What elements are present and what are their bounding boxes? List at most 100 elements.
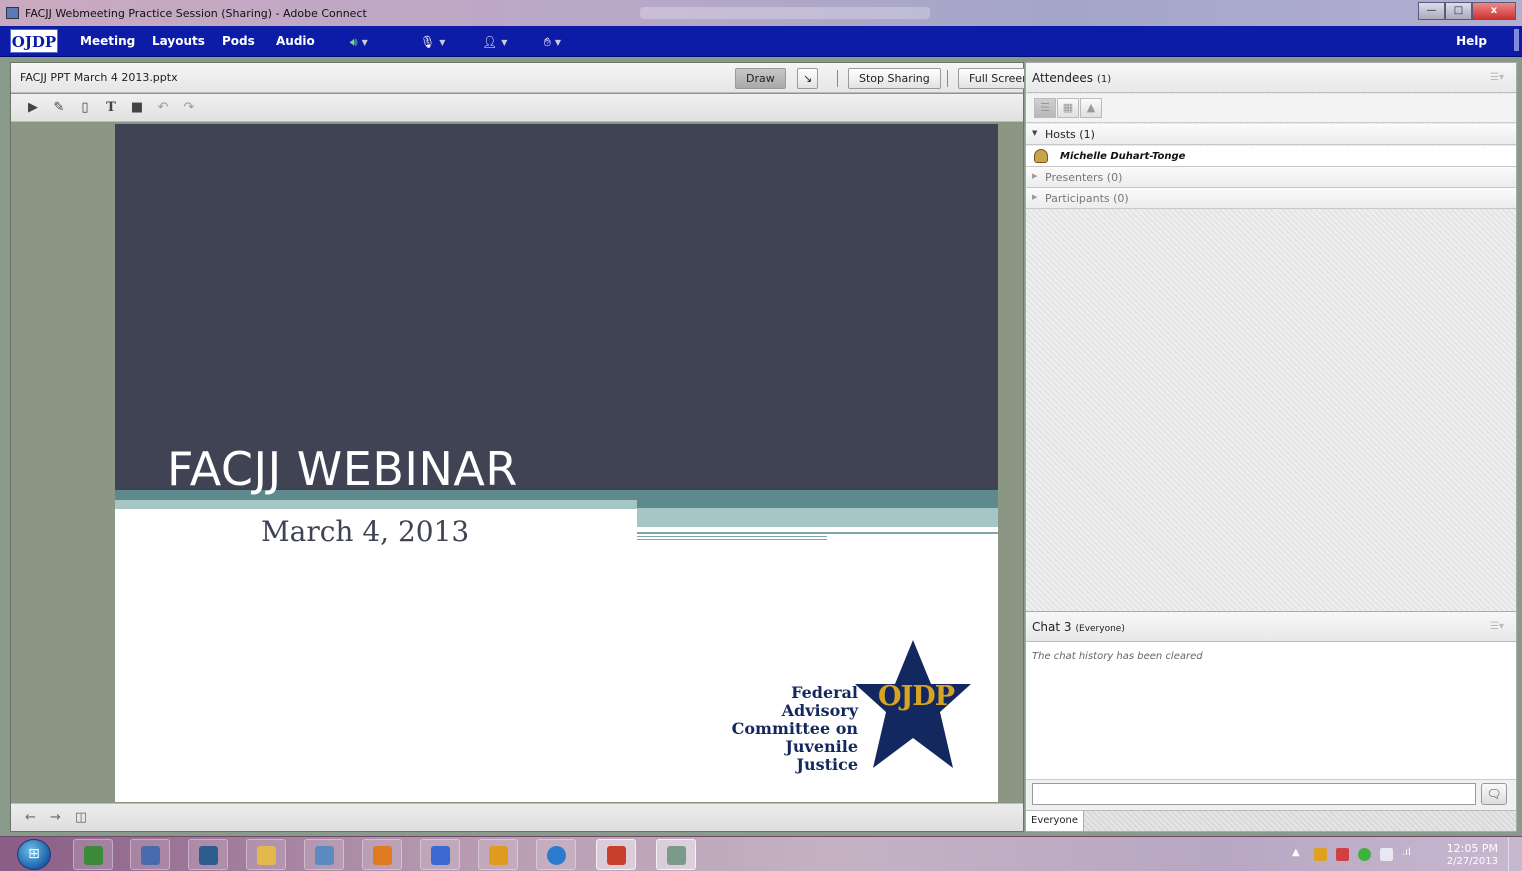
group-participants[interactable]: ▶ Participants (0): [1026, 188, 1516, 209]
pointer-tool-button[interactable]: ↘: [797, 68, 819, 89]
taskbar-item[interactable]: [478, 839, 518, 870]
chat-input[interactable]: [1032, 783, 1476, 805]
pointer-icon[interactable]: ▶: [26, 100, 40, 115]
chat-recipient-tab[interactable]: Everyone: [1026, 811, 1084, 831]
chat-title-text: Chat 3: [1032, 620, 1072, 634]
chevron-down-icon: ▼: [554, 37, 561, 47]
network-app-icon: [141, 846, 160, 865]
taskbar-item[interactable]: [246, 839, 286, 870]
tray-sync-icon[interactable]: [1358, 848, 1371, 861]
minimize-button[interactable]: —: [1418, 2, 1445, 20]
taskbar-item[interactable]: [656, 839, 696, 870]
raise-hand-button[interactable]: ✋︎ ▼: [544, 32, 561, 52]
chat-history-message: The chat history has been cleared: [1032, 651, 1203, 662]
pod-menu-icon[interactable]: ☰▾: [1490, 72, 1504, 83]
clock-time[interactable]: 12:05 PM: [1447, 842, 1498, 855]
shape-icon[interactable]: ■: [130, 100, 144, 115]
slide-accent-bar: [637, 508, 998, 527]
draw-button[interactable]: Draw: [735, 68, 786, 89]
attendees-toolbar: ☰ ▦ ▲: [1026, 94, 1516, 123]
undo-icon[interactable]: ↶: [156, 100, 170, 115]
tray-outlook-icon[interactable]: [1314, 848, 1327, 861]
attendee-name: Michelle Duhart-Tonge: [1060, 151, 1186, 162]
text-icon[interactable]: T: [104, 100, 118, 115]
tray-network-icon[interactable]: [1380, 848, 1393, 861]
chevron-right-icon: ▶: [1032, 193, 1038, 201]
tray-adobe-icon[interactable]: [1336, 848, 1349, 861]
adobe-connect-app-icon: [6, 7, 19, 19]
remote-desktop-icon: [199, 846, 218, 865]
pod-menu-icon[interactable]: ☰▾: [1490, 621, 1504, 632]
taskbar-item[interactable]: [420, 839, 460, 870]
windows-logo-icon: ⊞: [28, 846, 40, 862]
slide-accent-line: [637, 536, 827, 537]
sidebar-toggle-icon[interactable]: ◫: [75, 810, 87, 825]
slide-accent-line: [637, 532, 998, 534]
close-button[interactable]: x: [1472, 2, 1516, 20]
outlook-icon: [489, 846, 508, 865]
committee-name-line: Federal Advisory: [781, 683, 858, 720]
powerpoint-icon: [607, 846, 626, 865]
slide-title: FACJJ WEBINAR: [167, 442, 518, 496]
media-player-icon: [373, 846, 392, 865]
attendee-row[interactable]: Michelle Duhart-Tonge: [1026, 146, 1516, 167]
group-presenters-label: Presenters (0): [1045, 171, 1123, 184]
microphone-icon: 🎙︎: [420, 35, 436, 49]
chat-pod-header: Chat 3 (Everyone) ☰▾: [1026, 612, 1516, 642]
pencil-icon[interactable]: ✎: [52, 100, 66, 115]
windows-taskbar: ⊞ ▲ .ıl 12:05 PM 2/27/2013: [0, 836, 1522, 871]
tray-expand-icon[interactable]: ▲: [1292, 847, 1300, 858]
redo-icon[interactable]: ↷: [182, 100, 196, 115]
window-controls: — □ x: [1418, 2, 1516, 20]
window-title: FACJJ Webmeeting Practice Session (Shari…: [25, 7, 367, 20]
webcam-button[interactable]: 👤︎ ▼: [482, 32, 507, 52]
menu-help[interactable]: Help: [1456, 34, 1487, 48]
attendees-title-text: Attendees: [1032, 71, 1094, 85]
toolbar-separator: [837, 70, 838, 87]
stop-sharing-button[interactable]: Stop Sharing: [848, 68, 941, 89]
draw-toolbar: ▶ ✎ ▯ T ■ ↶ ↷: [11, 94, 1023, 122]
group-hosts[interactable]: ▼ Hosts (1): [1026, 124, 1516, 145]
pointer-icon: ↘: [803, 72, 813, 85]
eraser-icon[interactable]: ▯: [78, 100, 92, 115]
adobe-connect-taskbar-icon: [667, 846, 686, 865]
taskbar-item[interactable]: [596, 839, 636, 870]
group-hosts-label: Hosts (1): [1045, 128, 1095, 141]
taskbar-item[interactable]: [536, 839, 576, 870]
send-message-button[interactable]: 🗨︎: [1481, 783, 1507, 805]
taskbar-item[interactable]: [188, 839, 228, 870]
previous-slide-icon[interactable]: ←: [25, 810, 36, 825]
toolbar-separator: [947, 70, 948, 87]
scroll-handle[interactable]: [1514, 29, 1519, 51]
taskbar-item[interactable]: [304, 839, 344, 870]
show-desktop-button[interactable]: [1508, 837, 1522, 871]
share-pod-title: FACJJ PPT March 4 2013.pptx: [20, 71, 178, 84]
list-view-icon[interactable]: ☰: [1034, 98, 1056, 118]
full-screen-button[interactable]: Full Screen: [958, 68, 1024, 89]
menu-audio[interactable]: Audio: [276, 34, 315, 48]
microphone-button[interactable]: 🎙︎ ▼: [420, 32, 445, 52]
next-slide-icon[interactable]: →: [50, 810, 61, 825]
host-user-icon: [1034, 149, 1048, 163]
taskbar-item[interactable]: [362, 839, 402, 870]
sort-icon[interactable]: ▲: [1080, 98, 1102, 118]
share-pod: FACJJ PPT March 4 2013.pptx Draw ↘ Stop …: [10, 62, 1024, 832]
menu-meeting[interactable]: Meeting: [80, 34, 135, 48]
speaker-button[interactable]: 🔊︎ ▼: [350, 32, 368, 52]
clock-date[interactable]: 2/27/2013: [1447, 856, 1498, 867]
speaker-icon: 🔊︎: [350, 34, 358, 49]
menu-pods[interactable]: Pods: [222, 34, 255, 48]
taskbar-item[interactable]: [73, 839, 113, 870]
group-presenters[interactable]: ▶ Presenters (0): [1026, 167, 1516, 188]
background-window-title-ghost: [640, 7, 930, 19]
status-view-icon[interactable]: ▦: [1057, 98, 1079, 118]
attendees-count: (1): [1097, 74, 1112, 85]
attendees-title: Attendees (1): [1032, 71, 1111, 85]
maximize-button[interactable]: □: [1445, 2, 1472, 20]
start-button[interactable]: ⊞: [17, 839, 51, 870]
menu-layouts[interactable]: Layouts: [152, 34, 205, 48]
taskbar-item[interactable]: [130, 839, 170, 870]
speech-bubble-icon: 🗨︎: [1486, 787, 1502, 801]
signal-strength-icon[interactable]: .ıl: [1402, 847, 1411, 858]
chat-input-area: 🗨︎: [1026, 779, 1516, 810]
